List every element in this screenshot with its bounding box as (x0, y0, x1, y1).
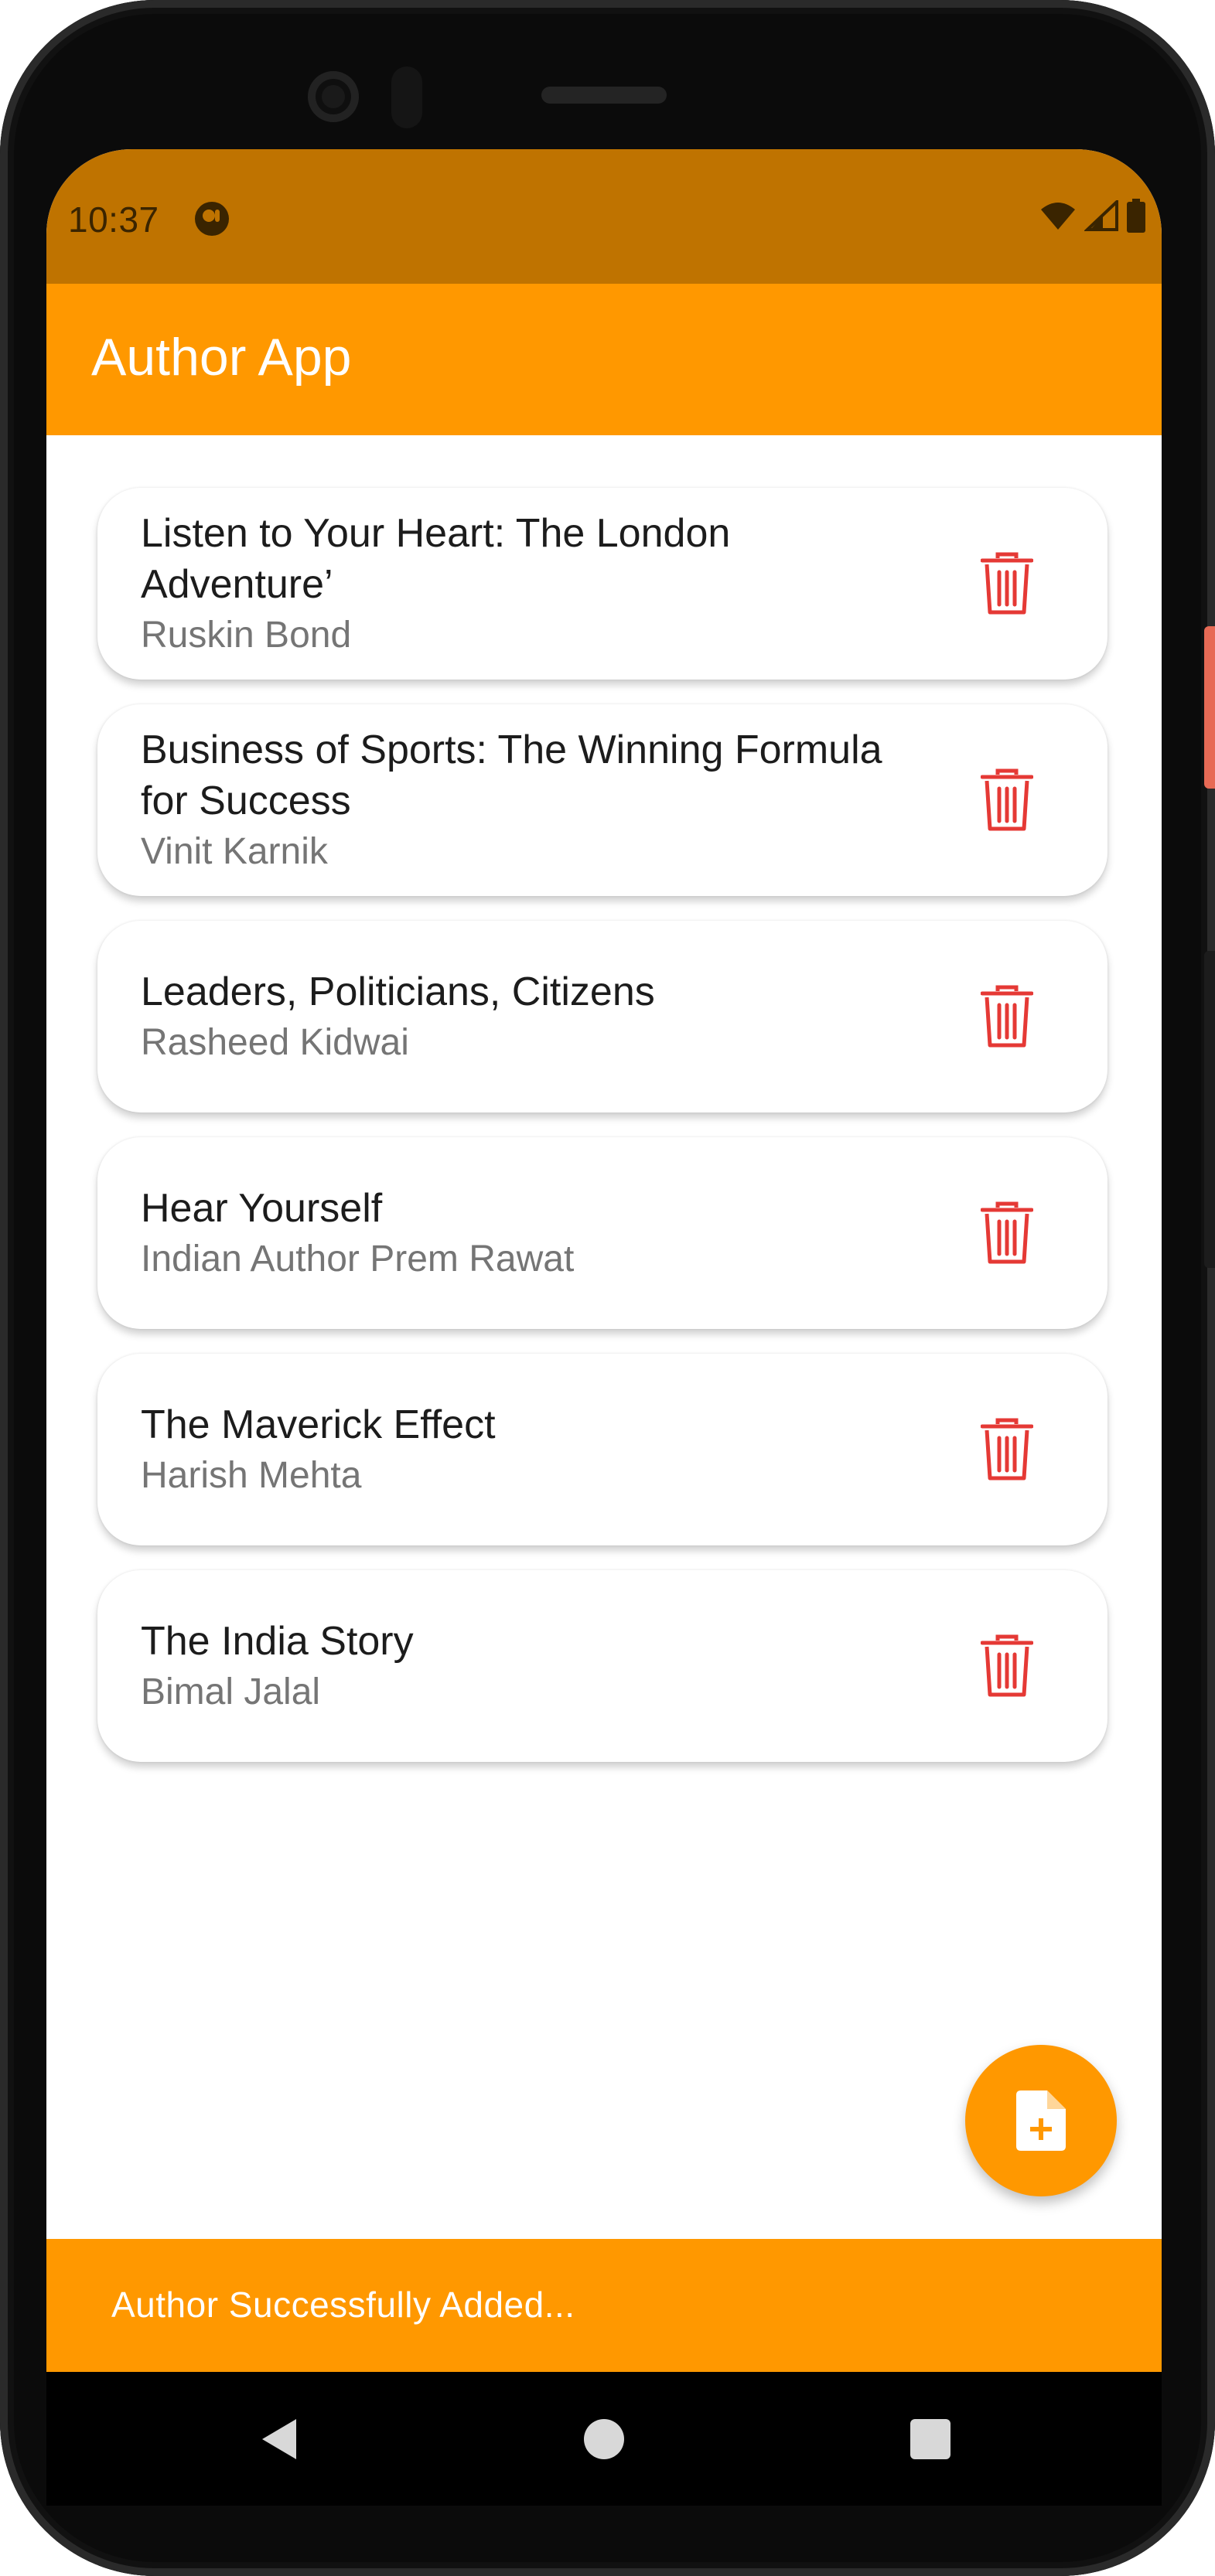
author-card[interactable]: Business of Sports: The Winning Formula … (97, 704, 1107, 896)
add-author-button[interactable] (965, 2045, 1117, 2196)
book-title: The Maverick Effect (141, 1402, 496, 1447)
delete-button[interactable] (976, 549, 1038, 618)
snackbar-message: Author Successfully Added... (111, 2285, 575, 2325)
book-title: Hear Yourself (141, 1186, 383, 1231)
home-button[interactable] (569, 2404, 639, 2474)
back-button[interactable] (244, 2404, 313, 2474)
power-button (1204, 626, 1215, 789)
app-title: Author App (91, 328, 352, 387)
earpiece-speaker (541, 87, 667, 104)
author-card[interactable]: Leaders, Politicians, Citizens Rasheed K… (97, 921, 1107, 1113)
trash-icon (981, 985, 1033, 1048)
card-text: Business of Sports: The Winning Formula … (141, 704, 930, 896)
author-card[interactable]: The Maverick Effect Harish Mehta (97, 1354, 1107, 1545)
delete-button[interactable] (976, 765, 1038, 835)
screen: 10:37 Author App Listen to Your Heart: T… (46, 149, 1162, 2506)
status-bar: 10:37 (46, 149, 1162, 284)
proximity-sensor (391, 66, 422, 128)
back-icon (262, 2419, 296, 2459)
signal-icon (1084, 200, 1118, 231)
card-text: The Maverick Effect Harish Mehta (141, 1354, 930, 1545)
author-name: Bimal Jalal (141, 1671, 321, 1712)
book-title: The India Story (141, 1619, 414, 1664)
card-text: Listen to Your Heart: The London Adventu… (141, 488, 930, 680)
volume-button (1204, 951, 1215, 1268)
author-name: Harish Mehta (141, 1455, 362, 1496)
home-icon (584, 2419, 624, 2459)
add-document-icon (1016, 2090, 1066, 2151)
book-title: Business of Sports: The Winning Formula … (141, 727, 882, 823)
delete-button[interactable] (976, 1198, 1038, 1268)
trash-icon (981, 1201, 1033, 1264)
app-notification-icon (195, 202, 229, 236)
book-title: Leaders, Politicians, Citizens (141, 969, 655, 1014)
wifi-icon (1041, 203, 1075, 230)
author-name: Ruskin Bond (141, 615, 352, 656)
trash-icon (981, 768, 1033, 831)
status-icons (1039, 199, 1146, 233)
front-camera (308, 71, 359, 122)
delete-button[interactable] (976, 1415, 1038, 1484)
author-card[interactable]: Listen to Your Heart: The London Adventu… (97, 488, 1107, 680)
author-card[interactable]: The India Story Bimal Jalal (97, 1570, 1107, 1762)
trash-icon (981, 552, 1033, 615)
author-card[interactable]: Hear Yourself Indian Author Prem Rawat (97, 1137, 1107, 1329)
book-title: Listen to Your Heart: The London Adventu… (141, 511, 731, 607)
trash-icon (981, 1634, 1033, 1697)
snackbar: Author Successfully Added... (46, 2239, 1162, 2372)
author-name: Rasheed Kidwai (141, 1022, 409, 1063)
navigation-bar (46, 2372, 1162, 2506)
phone-frame: 10:37 Author App Listen to Your Heart: T… (0, 0, 1215, 2576)
author-name: Indian Author Prem Rawat (141, 1239, 575, 1279)
card-text: Leaders, Politicians, Citizens Rasheed K… (141, 921, 930, 1113)
delete-button[interactable] (976, 982, 1038, 1051)
battery-icon (1127, 199, 1145, 233)
status-time: 10:37 (68, 199, 159, 240)
trash-icon (981, 1418, 1033, 1481)
app-bar: Author App (46, 284, 1162, 435)
card-text: The India Story Bimal Jalal (141, 1570, 930, 1762)
author-name: Vinit Karnik (141, 831, 328, 872)
delete-button[interactable] (976, 1631, 1038, 1701)
recents-icon (910, 2419, 950, 2459)
recents-button[interactable] (896, 2404, 965, 2474)
card-text: Hear Yourself Indian Author Prem Rawat (141, 1137, 930, 1329)
